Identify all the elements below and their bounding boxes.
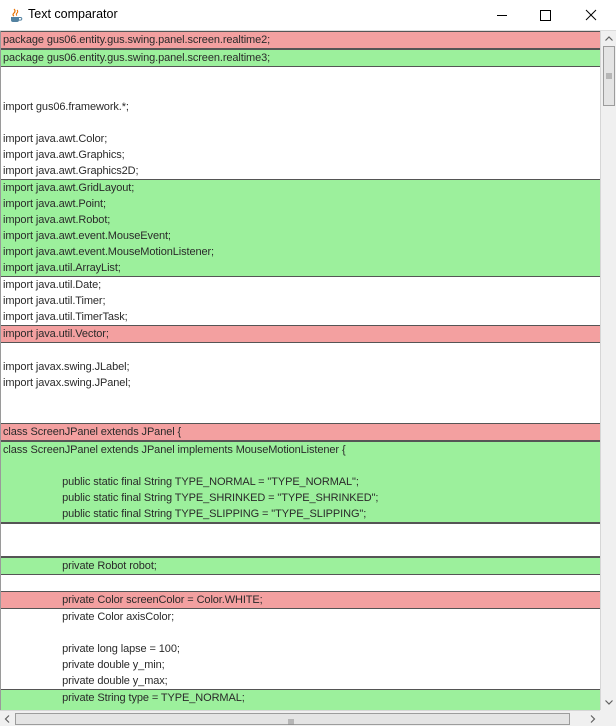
code-line: class ScreenJPanel extends JPanel implem… (3, 444, 346, 456)
code-line: import javax.swing.JPanel; (3, 377, 131, 389)
code-line: private String type = TYPE_NORMAL; (3, 692, 245, 704)
close-icon (585, 9, 597, 21)
code-line: import java.util.TimerTask; (3, 311, 128, 323)
code-line: import gus06.framework.*; (3, 101, 129, 113)
diff-block-added: private Robot robot; (1, 557, 600, 575)
code-line: import java.util.Timer; (3, 295, 106, 307)
code-line: import java.awt.Graphics2D; (3, 165, 139, 177)
code-line: private double y_min; (3, 659, 165, 671)
code-line: public static final String TYPE_SLIPPING… (3, 508, 367, 520)
diff-block-added: import java.awt.GridLayout; import java.a… (1, 179, 600, 277)
code-line: import java.awt.Point; (3, 198, 106, 210)
code-line: import java.util.Vector; (3, 328, 109, 340)
code-line: private double y_max; (3, 675, 168, 687)
window-title: Text comparator (28, 7, 118, 21)
scroll-up-arrow-icon[interactable] (601, 31, 616, 46)
java-cup-icon (9, 8, 23, 23)
horizontal-scrollbar[interactable] (0, 710, 600, 726)
maximize-icon (540, 10, 551, 21)
code-line: package gus06.entity.gus.swing.panel.scr… (3, 34, 271, 46)
close-button[interactable] (568, 0, 614, 31)
diff-block-removed: private Color screenColor = Color.WHITE; (1, 591, 600, 609)
diff-block-removed: import java.util.Vector; (1, 325, 600, 343)
code-line: private long lapse = 100; (3, 643, 180, 655)
code-line: package gus06.entity.gus.swing.panel.scr… (3, 52, 271, 64)
diff-block-removed: package gus06.entity.gus.swing.panel.scr… (1, 31, 600, 49)
diff-block-added: package gus06.entity.gus.swing.panel.scr… (1, 49, 600, 67)
code-line: public static final String TYPE_SHRINKED… (3, 492, 379, 504)
diff-block-blank (1, 523, 600, 557)
diff-block-same: import javax.swing.JLabel; import javax.s… (1, 343, 600, 423)
scroll-right-arrow-icon[interactable] (585, 711, 600, 726)
code-line: import java.util.ArrayList; (3, 262, 121, 274)
diff-block-added: class ScreenJPanel extends JPanel implem… (1, 441, 600, 523)
code-line: import java.awt.GridLayout; (3, 182, 135, 194)
scrollbar-corner (600, 710, 616, 726)
maximize-button[interactable] (522, 0, 568, 31)
diff-text-area[interactable]: package gus06.entity.gus.swing.panel.scr… (0, 31, 600, 710)
code-line: import java.util.Date; (3, 279, 102, 291)
diff-block-removed: class ScreenJPanel extends JPanel { (1, 423, 600, 441)
minimize-icon (497, 15, 507, 16)
horizontal-scroll-thumb[interactable] (15, 713, 570, 725)
code-line: private Color axisColor; (3, 611, 175, 623)
code-line: private Robot robot; (3, 560, 157, 572)
minimize-button[interactable] (479, 0, 525, 31)
code-line: class ScreenJPanel extends JPanel { (3, 426, 182, 438)
vertical-scroll-thumb[interactable] (603, 46, 615, 106)
diff-block-same: private Color axisColor; private long la… (1, 609, 600, 689)
diff-block-same: import gus06.framework.*; import java.awt… (1, 67, 600, 179)
code-line: import java.awt.Color; (3, 133, 108, 145)
code-line: import java.awt.event.MouseEvent; (3, 230, 171, 242)
code-line: import java.awt.Robot; (3, 214, 111, 226)
diff-block-added: private String type = TYPE_NORMAL; priva… (1, 689, 600, 710)
code-line: import java.awt.Graphics; (3, 149, 125, 161)
diff-block-same: import java.util.Date; import java.util.T… (1, 277, 600, 325)
title-bar: Text comparator (0, 0, 616, 31)
scroll-down-arrow-icon[interactable] (601, 695, 616, 710)
code-line: public static final String TYPE_NORMAL =… (3, 476, 359, 488)
code-line: import javax.swing.JLabel; (3, 361, 130, 373)
code-line: import java.awt.event.MouseMotionListene… (3, 246, 215, 258)
diff-block-same (1, 575, 600, 591)
scroll-left-arrow-icon[interactable] (0, 711, 15, 726)
code-line: private Color screenColor = Color.WHITE; (3, 594, 263, 606)
vertical-scrollbar[interactable] (600, 31, 616, 710)
